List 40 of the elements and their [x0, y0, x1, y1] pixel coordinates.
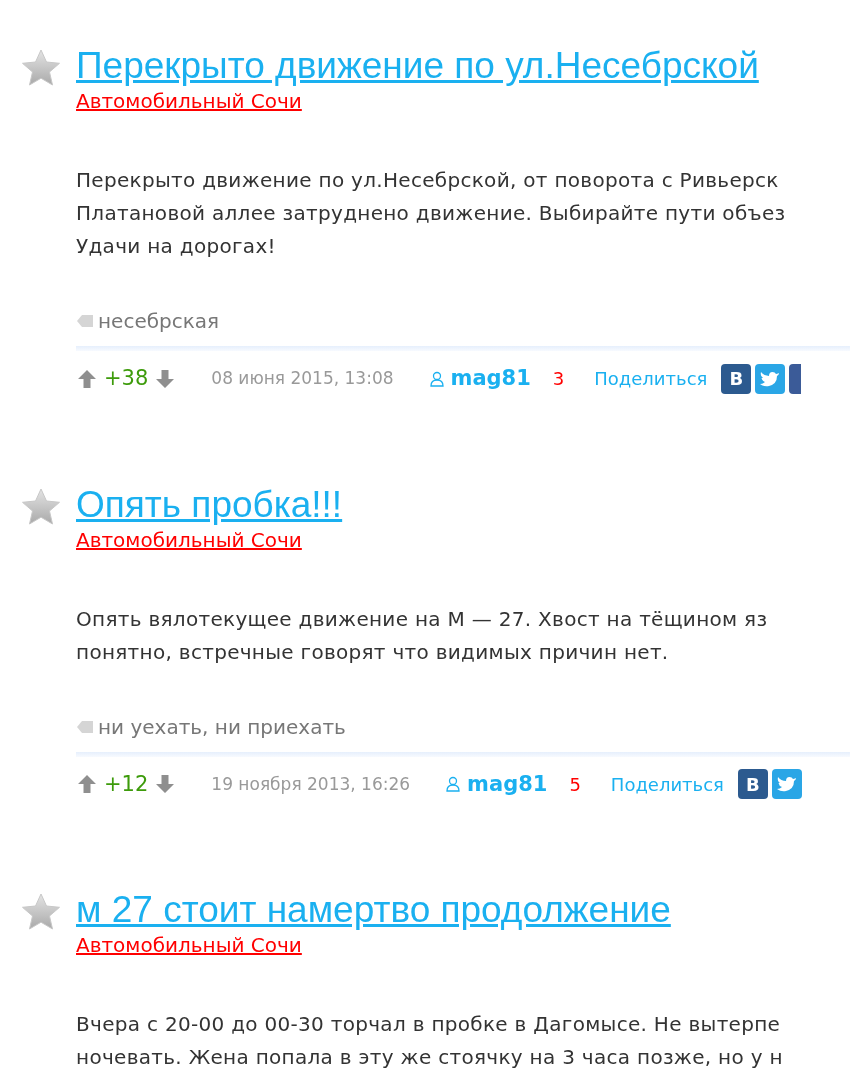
post-title[interactable]: Перекрыто движение по ул.Несебрской	[76, 44, 759, 88]
user-icon	[428, 370, 445, 387]
star-icon[interactable]	[20, 486, 62, 527]
down-arrow-icon[interactable]	[154, 367, 177, 390]
author-link[interactable]: mag81	[467, 768, 548, 800]
post-date: 08 июня 2015, 13:08	[211, 367, 394, 390]
body-text: понятно, встречные говорят что видимых причин нет.	[76, 638, 670, 666]
vk-icon[interactable]: В	[737, 769, 768, 800]
user-icon	[445, 776, 462, 793]
tag-link[interactable]: несебрская	[98, 306, 220, 336]
author-link[interactable]: mag81	[450, 363, 531, 395]
body-text: Перекрыто движение по ул.Несебрской, от поворота с Ривьерск	[76, 167, 780, 194]
body-text: Удачи на дорогах!	[76, 233, 277, 260]
post-title[interactable]: м 27 стоит намертво продолжение	[76, 888, 671, 932]
down-arrow-icon[interactable]	[154, 773, 177, 796]
tag-icon	[76, 314, 94, 328]
category-link[interactable]: Автомобильный Сочи	[76, 526, 302, 553]
up-arrow-icon[interactable]	[76, 367, 98, 390]
up-arrow-icon[interactable]	[76, 773, 98, 796]
body-text: Вчера с 20-00 до 00-30 торчал в пробке в Дагомысе. Не вытерпе	[76, 1011, 782, 1038]
category-link[interactable]: Автомобильный Сочи	[76, 932, 302, 958]
body-text: Платановой аллее затруднено движение. Выбирайте пути объез	[76, 200, 787, 227]
post-title[interactable]: Опять пробка!!!	[76, 482, 343, 527]
bird-icon[interactable]	[771, 769, 802, 800]
body-text: Опять вялотекущее движение на М — 27. Хвост на тёщином яз	[76, 605, 769, 633]
star-icon[interactable]	[20, 48, 62, 88]
vote-score: +12	[104, 770, 149, 798]
tag-link[interactable]: ни уехать, ни приехать	[98, 711, 346, 742]
facebook-icon[interactable]	[789, 363, 802, 394]
vk-icon[interactable]: В	[721, 363, 752, 394]
share-link[interactable]: Поделиться	[610, 770, 724, 798]
vote-score: +38	[104, 365, 149, 392]
tag-icon	[76, 719, 94, 734]
comment-count: 5	[569, 772, 581, 797]
post-date: 19 ноября 2013, 16:26	[211, 772, 411, 796]
star-icon[interactable]	[20, 892, 62, 932]
share-link[interactable]: Поделиться	[594, 365, 708, 393]
comment-count: 3	[552, 367, 565, 392]
category-link[interactable]: Автомобильный Сочи	[76, 88, 302, 114]
body-text: ночевать. Жена попала в эту же стоячку на 3 часа позже, но у н	[76, 1044, 783, 1071]
